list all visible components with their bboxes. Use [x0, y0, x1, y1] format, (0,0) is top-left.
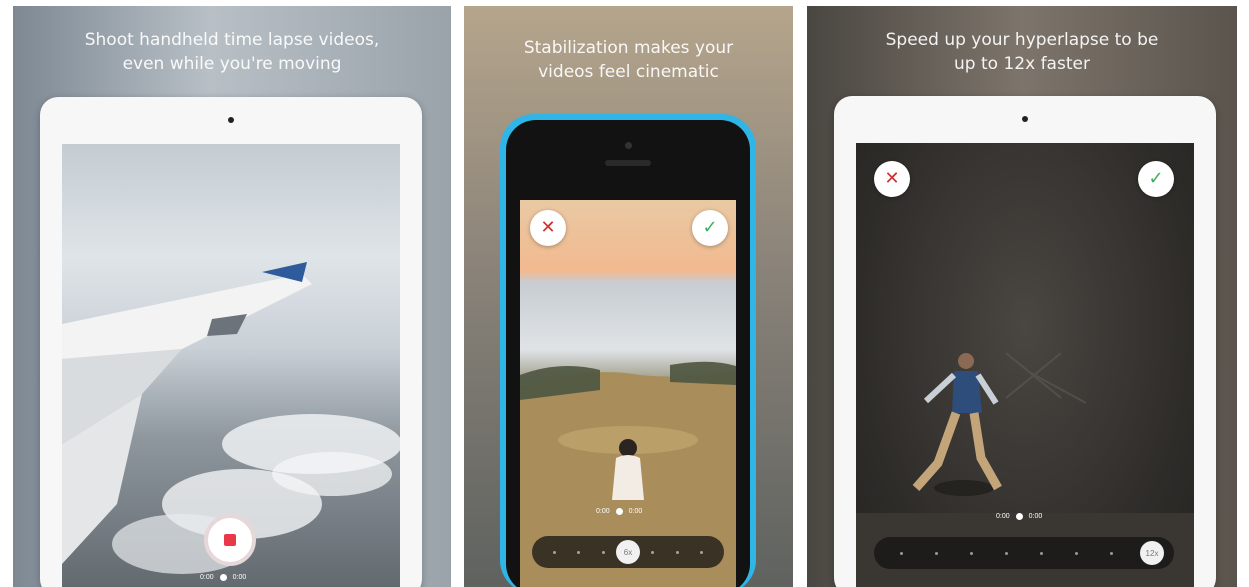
speed-tick [970, 551, 973, 555]
speed-slider[interactable] [874, 537, 1174, 569]
camera-dot [1022, 116, 1028, 122]
timeline-start: 0:00 [996, 513, 1010, 520]
timeline-end: 0:00 [1028, 513, 1043, 520]
screenshot-panel-handheld: Shoot handheld time lapse videos, even w… [13, 6, 451, 587]
speed-slider-knob[interactable]: 12x [1140, 541, 1164, 565]
iphone-device: ✕ ✓ 0:00 0:00 6x [500, 114, 756, 587]
screenshot-panel-speed: Speed up your hyperlapse to be up to 12x… [807, 6, 1237, 587]
speed-tick [1075, 551, 1078, 555]
screenshot-panel-stabilization: Stabilization makes your videos feel cin… [464, 6, 793, 587]
iphone-face: ✕ ✓ 0:00 0:00 6x [506, 120, 750, 587]
camera-dot [228, 117, 234, 123]
cancel-icon: ✕ [540, 217, 556, 238]
confirm-icon: ✓ [702, 217, 718, 238]
timeline-end: 0:00 [628, 508, 643, 515]
camera-viewfinder: 0:00 0:00 [62, 144, 400, 587]
earpiece [605, 160, 651, 166]
video-preview: ✕ ✓ 0:00 0:00 6x [520, 200, 736, 587]
speed-tick [577, 550, 581, 554]
timeline: 0:00 0:00 [996, 513, 1042, 520]
speed-value: 12x [1145, 548, 1159, 558]
timeline-start: 0:00 [200, 574, 214, 581]
hillside-image [520, 361, 736, 587]
record-icon [224, 534, 236, 546]
ipad-device: ✕ ✓ 0:00 0:00 12x [834, 96, 1216, 587]
headline-line-1: Shoot handheld time lapse videos, [84, 30, 380, 50]
speed-tick [1110, 551, 1113, 555]
headline-line-1: Speed up your hyperlapse to be [885, 30, 1159, 50]
cancel-button[interactable]: ✕ [874, 161, 910, 197]
timeline: 0:00 0:00 [596, 508, 642, 515]
speed-tick [1040, 551, 1043, 555]
camera-dot [624, 142, 632, 149]
timeline-dot [1015, 513, 1023, 520]
speed-tick [601, 550, 605, 554]
speed-tick [552, 550, 556, 554]
speed-tick [900, 551, 903, 555]
speed-value: 6x [623, 547, 633, 557]
headline-line-1: Stabilization makes your [523, 38, 734, 58]
timeline-dot [615, 508, 623, 515]
panel-headline: Shoot handheld time lapse videos, even w… [13, 28, 451, 76]
headline-line-2: up to 12x faster [954, 54, 1090, 74]
timeline-start: 0:00 [596, 508, 610, 515]
panel-headline: Stabilization makes your videos feel cin… [464, 36, 793, 84]
timeline-dot [219, 574, 227, 581]
running-man-image [856, 352, 1194, 587]
confirm-button[interactable]: ✓ [1138, 161, 1174, 197]
timeline: 0:00 0:00 [200, 574, 246, 581]
panel-headline: Speed up your hyperlapse to be up to 12x… [807, 28, 1237, 76]
timeline-end: 0:00 [232, 574, 247, 581]
speed-tick [675, 550, 679, 554]
speed-tick [651, 550, 655, 554]
confirm-icon: ✓ [1148, 168, 1164, 189]
headline-line-2: even while you're moving [122, 54, 342, 74]
video-preview: ✕ ✓ 0:00 0:00 12x [856, 143, 1194, 587]
cancel-button[interactable]: ✕ [530, 210, 566, 246]
speed-tick [700, 550, 704, 554]
confirm-button[interactable]: ✓ [692, 210, 728, 246]
record-button[interactable] [204, 514, 256, 566]
ipad-device: 0:00 0:00 [40, 97, 422, 587]
speed-tick [1005, 551, 1008, 555]
speed-tick [935, 551, 938, 555]
headline-line-2: videos feel cinematic [538, 62, 719, 82]
cancel-icon: ✕ [884, 168, 900, 189]
speed-slider-knob[interactable]: 6x [616, 540, 640, 564]
